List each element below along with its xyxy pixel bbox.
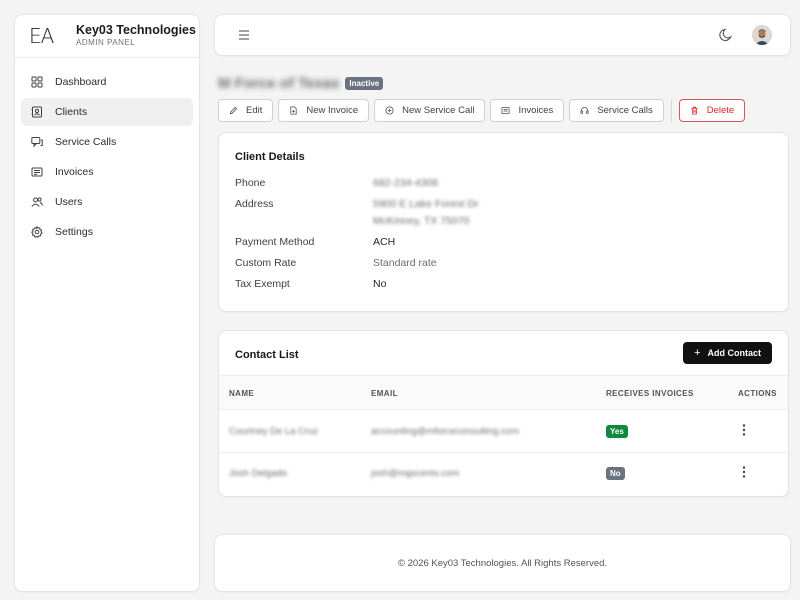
brand[interactable]: EA Key03 Technologies ADMIN PANEL <box>15 15 199 58</box>
table-row[interactable]: Josh Delgado josh@mgscents.com No <box>219 453 788 495</box>
contact-card-icon <box>31 106 43 118</box>
sidebar-item-invoices[interactable]: Invoices <box>21 158 193 186</box>
sidebar-item-users[interactable]: Users <box>21 188 193 216</box>
column-header-email[interactable]: EMAIL <box>371 389 398 398</box>
grid-icon <box>31 76 43 88</box>
sidebar: EA Key03 Technologies ADMIN PANEL Dashbo… <box>14 14 200 592</box>
client-name: M Force of Texas <box>218 75 340 92</box>
contact-email: accounting@mforceconsulting.com <box>371 426 519 437</box>
rate-value: Standard rate <box>373 257 437 269</box>
headset-icon <box>580 107 589 114</box>
user-avatar[interactable] <box>752 25 772 45</box>
hamburger-icon[interactable] <box>237 29 251 41</box>
sidebar-item-settings[interactable]: Settings <box>21 218 193 246</box>
column-header-name[interactable]: NAME <box>229 389 254 398</box>
pencil-icon <box>229 106 238 115</box>
table-row[interactable]: Courtney De La Cruz accounting@mforcecon… <box>219 411 788 453</box>
sidebar-item-clients[interactable]: Clients <box>21 98 193 126</box>
receives-invoices-badge: No <box>606 467 625 480</box>
sidebar-item-label: Service Calls <box>55 136 117 148</box>
detail-row-address: Address 5900 E Lake Forest Dr McKinney, … <box>235 198 479 227</box>
phone-value: 682-234-4306 <box>373 177 439 189</box>
sidebar-item-dashboard[interactable]: Dashboard <box>21 68 193 96</box>
table-header: NAME EMAIL RECEIVES INVOICES ACTIONS <box>219 375 788 410</box>
copyright-text: © 2026 Key03 Technologies. All Rights Re… <box>397 557 608 569</box>
card-title: Client Details <box>235 151 305 163</box>
users-icon <box>31 196 43 208</box>
detail-row-tax: Tax Exempt No <box>235 278 387 290</box>
edit-button[interactable]: Edit <box>218 99 274 122</box>
add-contact-button[interactable]: + Add Contact <box>683 342 772 364</box>
plus-circle-icon <box>385 106 394 115</box>
more-vertical-icon[interactable] <box>741 423 747 437</box>
address-line-1: 5900 E Lake Forest Dr <box>373 198 479 210</box>
contact-name: Josh Delgado <box>229 468 288 479</box>
receives-invoices-badge: Yes <box>606 425 628 438</box>
contact-name: Courtney De La Cruz <box>229 426 319 437</box>
brand-name: Key03 Technologies <box>76 23 196 38</box>
payment-value: ACH <box>373 236 396 248</box>
tax-value: No <box>373 278 387 290</box>
service-calls-button[interactable]: Service Calls <box>569 99 664 122</box>
contact-email: josh@mgscents.com <box>371 468 460 479</box>
detail-row-payment: Payment Method ACH <box>235 236 396 248</box>
client-details-card: Client Details Phone 682-234-4306 Addres… <box>218 132 789 312</box>
client-actions: Edit New Invoice New Service Call Invoic… <box>218 99 750 122</box>
client-title-row: M Force of Texas Inactive <box>218 75 384 92</box>
sidebar-item-label: Settings <box>55 226 93 238</box>
plus-icon: + <box>694 347 701 359</box>
top-bar <box>214 14 791 56</box>
brand-logo: EA <box>29 24 54 48</box>
sidebar-nav: Dashboard Clients Service Calls Invoices… <box>15 58 199 258</box>
invoices-button[interactable]: Invoices <box>490 99 565 122</box>
invoice-icon <box>501 106 510 115</box>
footer: © 2026 Key03 Technologies. All Rights Re… <box>214 534 791 592</box>
status-badge: Inactive <box>345 77 384 90</box>
sidebar-item-label: Dashboard <box>55 76 107 88</box>
file-plus-icon <box>290 106 297 115</box>
contact-list-card: Contact List + Add Contact NAME EMAIL RE… <box>218 330 789 497</box>
divider <box>670 99 672 122</box>
sidebar-item-service-calls[interactable]: Service Calls <box>21 128 193 156</box>
brand-subtitle: ADMIN PANEL <box>76 37 136 47</box>
detail-row-phone: Phone 682-234-4306 <box>235 177 439 189</box>
new-invoice-button[interactable]: New Invoice <box>278 99 370 122</box>
moon-icon[interactable] <box>718 27 734 43</box>
chat-icon <box>31 136 43 148</box>
trash-icon <box>691 106 698 115</box>
new-service-call-button[interactable]: New Service Call <box>374 99 486 122</box>
invoice-icon <box>31 166 43 178</box>
more-vertical-icon[interactable] <box>741 465 747 479</box>
address-line-2: McKinney, TX 75070 <box>373 215 470 227</box>
column-header-actions: ACTIONS <box>738 389 777 398</box>
detail-row-rate: Custom Rate Standard rate <box>235 257 437 269</box>
column-header-receives[interactable]: RECEIVES INVOICES <box>606 389 694 398</box>
sidebar-item-label: Clients <box>55 106 88 118</box>
sidebar-item-label: Users <box>55 196 83 208</box>
delete-button[interactable]: Delete <box>678 99 746 122</box>
gear-icon <box>31 226 43 238</box>
card-title: Contact List <box>235 349 299 361</box>
sidebar-item-label: Invoices <box>55 166 94 178</box>
